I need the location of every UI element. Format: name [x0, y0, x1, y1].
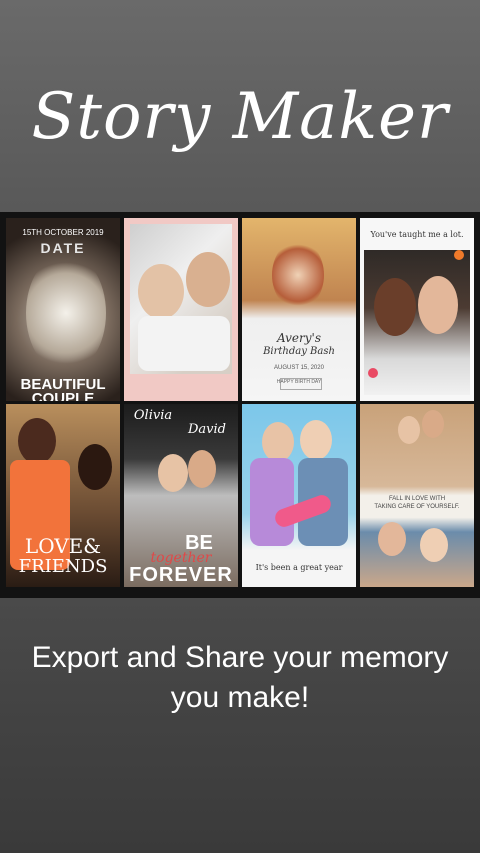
confetti-dot-2: [368, 368, 378, 378]
child-right-face: [186, 252, 230, 307]
couple-top-face-2: [422, 410, 444, 438]
woman-right-face: [300, 420, 332, 460]
caption-line-1: Export and Share your memory: [31, 641, 449, 674]
template-tile-3[interactable]: Avery's Birthday Bash AUGUST 15, 2020 HA…: [242, 218, 356, 401]
groom-face: [188, 450, 216, 488]
tile-7-caption: It's been a great year: [255, 563, 343, 572]
child-left-face: [138, 264, 184, 319]
kids-photo: [130, 224, 232, 374]
tile-3-title-2: Birthday Bash: [263, 346, 335, 357]
template-tile-2[interactable]: [124, 218, 238, 401]
tile-1-title-2: COUPLE: [31, 390, 95, 401]
tile-6-title-3: FOREVER: [129, 564, 233, 586]
caption-line-2: you make!: [170, 681, 310, 714]
footer-caption: Export and Share your memory you make!: [0, 638, 480, 718]
template-tile-4[interactable]: You've taught me a lot.: [360, 218, 474, 401]
app-title: Story Maker: [31, 80, 449, 154]
tile-8-text-2: TAKING CARE OF YOURSELF.: [374, 504, 460, 510]
girl-photo: [272, 240, 324, 310]
bride-face: [158, 454, 188, 492]
tile-5-title-2: FRIENDS: [18, 556, 108, 577]
tile-6-name-2: David: [188, 422, 226, 437]
person-right-face: [418, 276, 458, 334]
couple-bottom-face-1: [378, 522, 406, 556]
purple-hoodie: [250, 458, 294, 546]
tile-3-date: AUGUST 15, 2020: [274, 365, 324, 371]
person-left-face: [374, 278, 416, 336]
couple-bottom-face-2: [420, 528, 448, 562]
tile-3-button-label: HAPPY BIRTH DAY: [276, 379, 322, 385]
template-tile-1[interactable]: 15TH OCTOBER 2019 DATE BEAUTIFUL COUPLE: [6, 218, 120, 401]
woman-left-face: [262, 422, 294, 462]
man-face: [18, 418, 56, 464]
template-tile-6[interactable]: Olivia David BE together FOREVER: [124, 404, 238, 587]
template-tile-7[interactable]: It's been a great year: [242, 404, 356, 587]
confetti-dot-1: [454, 250, 464, 260]
tile-3-title-1: Avery's: [276, 331, 322, 345]
woman-face: [78, 444, 112, 490]
template-tile-5[interactable]: LOVE& FRIENDS: [6, 404, 120, 587]
couple-photo: [26, 253, 106, 373]
tile-1-date-label: DATE: [40, 240, 86, 256]
tile-1-date: 15TH OCTOBER 2019: [22, 228, 104, 237]
tile-4-heading: You've taught me a lot.: [370, 230, 464, 239]
tile-5-title-1: LOVE&: [24, 534, 102, 558]
tile-6-name-1: Olivia: [133, 408, 173, 423]
clothes: [138, 316, 230, 371]
couple-top-face-1: [398, 416, 420, 444]
template-tile-8[interactable]: FALL IN LOVE WITH TAKING CARE OF YOURSEL…: [360, 404, 474, 587]
tile-8-text-1: FALL IN LOVE WITH: [388, 496, 446, 502]
